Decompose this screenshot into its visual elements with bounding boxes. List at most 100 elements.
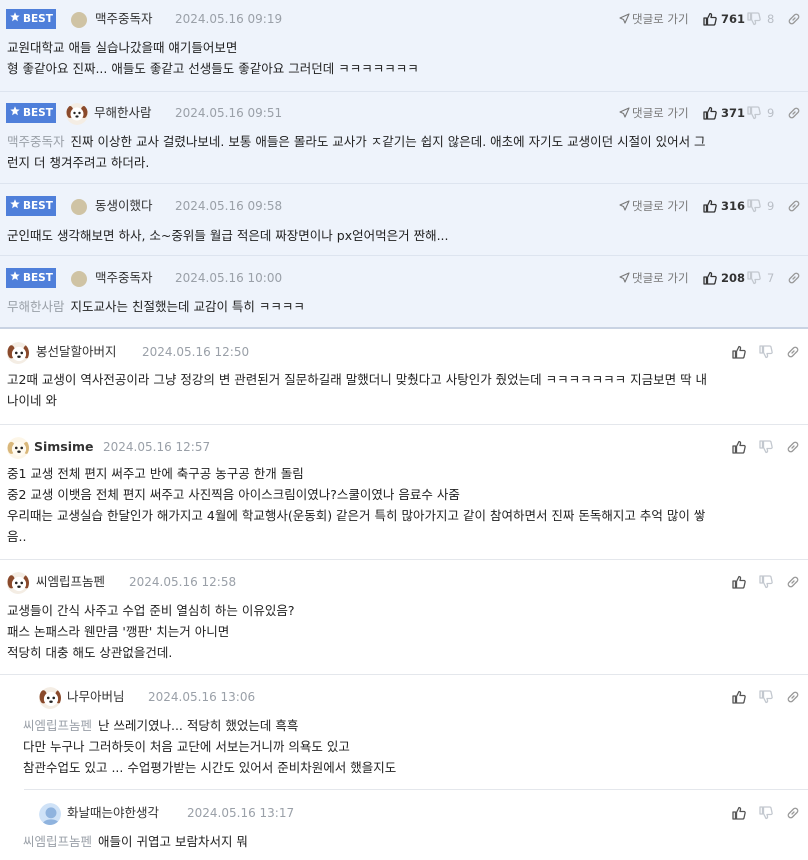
star-icon: [10, 103, 21, 123]
comment-date: 2024.05.16 12:58: [129, 575, 237, 589]
like-count: 208: [721, 271, 746, 285]
thumbs-down-icon[interactable]: [758, 689, 774, 705]
author-nick[interactable]: 화날때는야한생각: [67, 803, 159, 823]
like-count: 371: [721, 106, 746, 120]
comment-body: 맥주중독자 진짜 이상한 교사 걸렸나보네. 보통 애들은 몰라도 교사가 ㅈ같기…: [7, 134, 706, 170]
comment-date: 2024.05.16 12:57: [103, 440, 211, 454]
thumbs-down-icon[interactable]: [746, 105, 762, 121]
best-badge: BEST: [6, 268, 56, 288]
comment: 봉선달할아버지 2024.05.16 12:50 고2때 교생이 역사전공이라 …: [0, 329, 808, 425]
reply-target[interactable]: 씨엠립프놈펜: [23, 718, 92, 733]
dog-avatar: [7, 342, 29, 364]
reply-comment: 나무아버님 2024.05.16 13:06 씨엠립프놈펜 난 쓰레기였나... …: [23, 675, 808, 790]
thumbs-down-icon[interactable]: [758, 439, 774, 455]
comment-body: 중1 교생 전체 편지 써주고 반에 축구공 농구공 한개 돌림 중2 교생 이…: [7, 466, 706, 544]
avatar: [71, 12, 87, 28]
send-icon: [619, 272, 630, 283]
thumbs-up-icon[interactable]: [731, 439, 747, 455]
dislike-count: 9: [767, 199, 775, 213]
link-icon[interactable]: [785, 439, 801, 455]
send-icon: [619, 107, 630, 118]
avatar: [71, 271, 87, 287]
author-nick[interactable]: 동생이했다: [95, 196, 153, 216]
dog-avatar: [39, 687, 61, 709]
comment-body: 무해한사람 지도교사는 친절했는데 교감이 특히 ㅋㅋㅋㅋ: [7, 299, 305, 314]
thumbs-down-icon[interactable]: [746, 11, 762, 27]
thumbs-up-icon[interactable]: [702, 270, 718, 286]
comment-date: 2024.05.16 13:06: [148, 690, 256, 704]
thumbs-up-icon[interactable]: [702, 11, 718, 27]
reply-target[interactable]: 씨엠립프놈펜: [23, 834, 92, 849]
goto-comment-link[interactable]: 댓글로 가기: [619, 9, 689, 29]
best-comment: BEST 무해한사람 2024.05.16 09:51 댓글로 가기 371 9…: [0, 92, 808, 184]
thumbs-down-icon[interactable]: [758, 574, 774, 590]
avatar: [39, 803, 61, 825]
link-icon[interactable]: [786, 105, 802, 121]
goto-comment-link[interactable]: 댓글로 가기: [619, 268, 689, 288]
thumbs-down-icon[interactable]: [746, 198, 762, 214]
author-nick[interactable]: 봉선달할아버지: [36, 342, 117, 362]
author-nick[interactable]: 맥주중독자: [95, 268, 153, 288]
comment-body: 고2때 교생이 역사전공이라 그냥 정강의 변 관련된거 질문하길래 말했더니 …: [7, 372, 708, 408]
link-icon[interactable]: [785, 344, 801, 360]
link-icon[interactable]: [785, 689, 801, 705]
link-icon[interactable]: [786, 198, 802, 214]
best-badge: BEST: [6, 9, 56, 29]
thumbs-up-icon[interactable]: [731, 805, 747, 821]
star-icon: [10, 268, 21, 288]
best-comment: BEST 동생이했다 2024.05.16 09:58 댓글로 가기 316 9…: [0, 184, 808, 256]
comment: Simsime 2024.05.16 12:57 중1 교생 전체 편지 써주고…: [0, 425, 808, 560]
reply-comment: 화날때는야한생각 2024.05.16 13:17 씨엠립프놈펜 애들이 귀엽고 …: [14, 790, 808, 860]
comment-body: 군인때도 생각해보면 하사, 소~중위들 월급 적은데 짜장면이나 px얻어먹은…: [7, 228, 449, 243]
comment-body: 씨엠립프놈펜 난 쓰레기였나... 적당히 했었는데 흑흑 다만 누구나 그러하듯…: [23, 718, 397, 775]
like-count: 316: [721, 199, 746, 213]
comment-date: 2024.05.16 09:19: [175, 12, 283, 26]
dog-avatar: [7, 572, 29, 594]
goto-comment-link[interactable]: 댓글로 가기: [619, 196, 689, 216]
comment-body: 씨엠립프놈펜 애들이 귀엽고 보람차서지 뭐: [23, 834, 248, 849]
thumbs-down-icon[interactable]: [758, 344, 774, 360]
reply-target[interactable]: 맥주중독자: [7, 134, 65, 149]
thumbs-down-icon[interactable]: [746, 270, 762, 286]
comment-date: 2024.05.16 09:58: [175, 199, 283, 213]
dislike-count: 8: [767, 12, 775, 26]
dislike-count: 7: [767, 271, 775, 285]
comment-date: 2024.05.16 12:50: [142, 345, 250, 359]
comment-date: 2024.05.16 10:00: [175, 271, 283, 285]
star-icon: [10, 9, 21, 29]
thumbs-up-icon[interactable]: [702, 198, 718, 214]
author-nick[interactable]: 맥주중독자: [95, 9, 153, 29]
star-icon: [10, 196, 21, 216]
goto-comment-link[interactable]: 댓글로 가기: [619, 103, 689, 123]
thumbs-up-icon[interactable]: [731, 344, 747, 360]
thumbs-down-icon[interactable]: [758, 805, 774, 821]
comment: 씨엠립프놈펜 2024.05.16 12:58 교생들이 간식 사주고 수업 준…: [0, 560, 808, 675]
reply-target[interactable]: 무해한사람: [7, 299, 65, 314]
link-icon[interactable]: [785, 574, 801, 590]
best-badge: BEST: [6, 103, 56, 123]
author-nick[interactable]: 씨엠립프놈펜: [36, 572, 105, 592]
best-comment: BEST 맥주중독자 2024.05.16 10:00 댓글로 가기 208 7…: [0, 256, 808, 329]
comment-date: 2024.05.16 13:17: [187, 806, 295, 820]
dog-avatar: [7, 437, 29, 459]
author-nick[interactable]: 무해한사람: [94, 103, 152, 123]
thumbs-up-icon[interactable]: [702, 105, 718, 121]
like-count: 761: [721, 12, 746, 26]
link-icon[interactable]: [786, 270, 802, 286]
best-badge: BEST: [6, 196, 56, 216]
thumbs-up-icon[interactable]: [731, 574, 747, 590]
avatar: [71, 199, 87, 215]
dislike-count: 9: [767, 106, 775, 120]
thumbs-up-icon[interactable]: [731, 689, 747, 705]
comment-date: 2024.05.16 09:51: [175, 106, 283, 120]
send-icon: [619, 13, 630, 24]
send-icon: [619, 200, 630, 211]
author-nick[interactable]: 나무아버님: [67, 687, 125, 707]
comment-body: 교원대학교 애들 실습나갔을때 얘기들어보면 형 좋같아요 진짜... 애들도 …: [7, 40, 419, 76]
dog-avatar: [66, 103, 88, 125]
best-comment: BEST 맥주중독자 2024.05.16 09:19 댓글로 가기 761 8…: [0, 0, 808, 92]
author-nick[interactable]: Simsime: [34, 437, 94, 457]
link-icon[interactable]: [786, 11, 802, 27]
comment-body: 교생들이 간식 사주고 수업 준비 열심히 하는 이유있음? 패스 논패스라 웬…: [7, 603, 295, 660]
link-icon[interactable]: [785, 805, 801, 821]
